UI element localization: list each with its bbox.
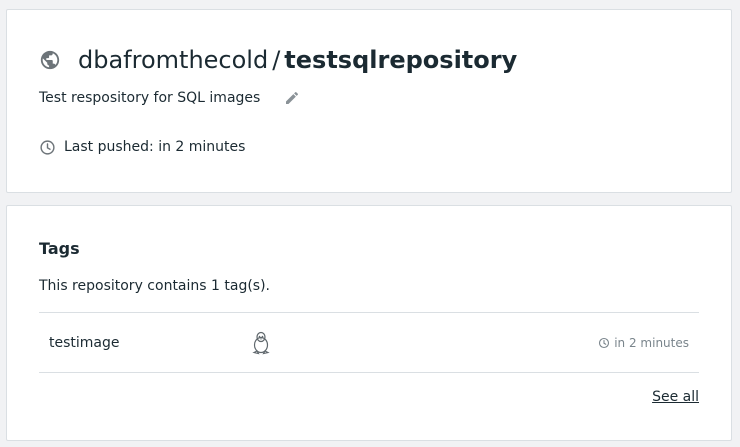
tag-name[interactable]: testimage [49, 335, 120, 351]
last-pushed-row: Last pushed: in 2 minutes [39, 137, 245, 157]
see-all-link[interactable]: See all [652, 389, 699, 405]
description-row: Test respository for SQL images [39, 88, 300, 108]
title-separator: / [272, 46, 281, 74]
repository-description: Test respository for SQL images [39, 90, 261, 106]
tags-count-text: This repository contains 1 tag(s). [39, 278, 270, 294]
repository-header-card: dbafromthecold / testsqlrepository Test … [6, 9, 732, 193]
tag-time: in 2 minutes [598, 336, 689, 350]
last-pushed-text: Last pushed: in 2 minutes [64, 139, 246, 155]
linux-icon [251, 331, 271, 355]
repository-name: testsqlrepository [284, 46, 518, 74]
repository-namespace[interactable]: dbafromthecold [78, 46, 268, 74]
repository-title: dbafromthecold / testsqlrepository [39, 42, 517, 78]
tags-heading: Tags [39, 239, 80, 258]
tag-row[interactable]: testimage in 2 minutes [39, 312, 699, 373]
tag-time-text: in 2 minutes [614, 335, 689, 350]
pencil-icon[interactable] [284, 90, 300, 106]
globe-icon [39, 49, 61, 71]
tags-card: Tags This repository contains 1 tag(s). … [6, 205, 732, 441]
clock-icon [39, 139, 56, 156]
clock-icon [598, 337, 610, 349]
